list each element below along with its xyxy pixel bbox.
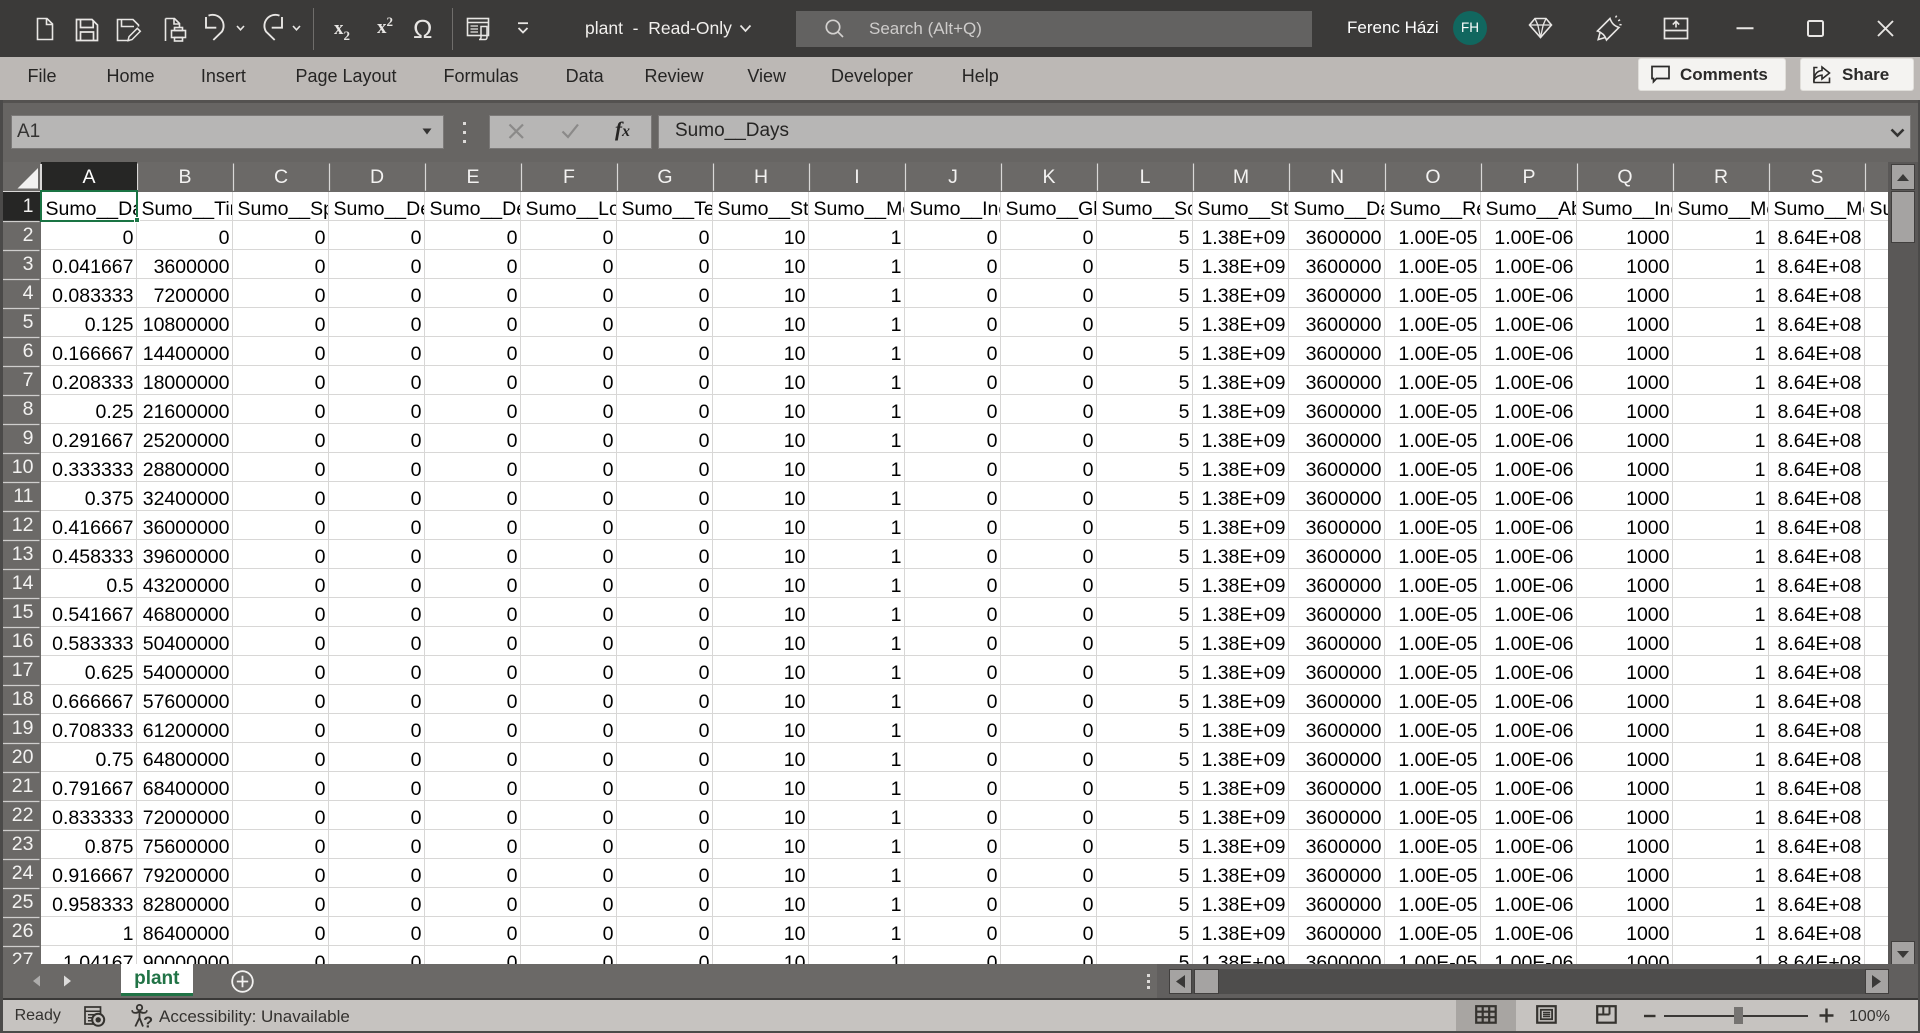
svg-text:?: ?	[143, 1015, 153, 1032]
